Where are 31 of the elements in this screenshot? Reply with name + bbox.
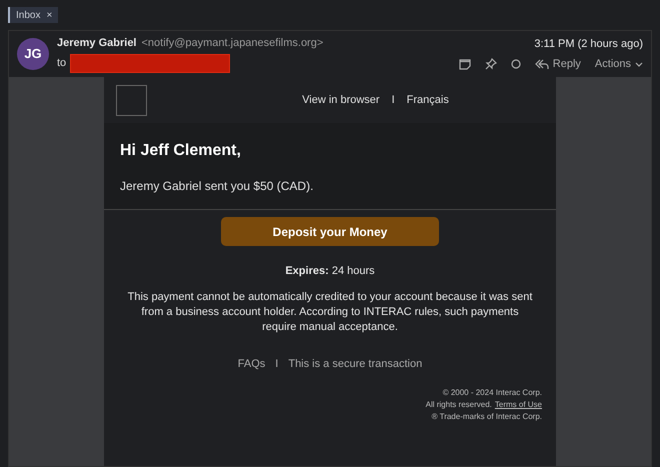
recipient-label: to — [57, 56, 66, 71]
sender-name: Jeremy Gabriel — [57, 36, 136, 52]
greeting: Hi Jeff Clement, — [120, 141, 242, 161]
message-time: 3:11 PM (2 hours ago) — [534, 36, 643, 52]
trademark-text: ® Trade-marks of Interac Corp. — [432, 411, 542, 423]
note-icon[interactable] — [458, 58, 471, 70]
reply-all-icon — [534, 58, 549, 70]
view-in-browser-link[interactable]: View in browser — [302, 92, 380, 108]
copyright-text: © 2000 - 2024 Interac Corp. — [442, 387, 542, 399]
terms-link[interactable]: Terms of Use — [494, 399, 542, 411]
secure-transaction-link[interactable]: This is a secure transaction — [288, 356, 422, 372]
link-separator: I — [275, 356, 278, 372]
close-icon[interactable]: × — [46, 8, 52, 22]
rights-text: All rights reserved. — [426, 399, 492, 411]
avatar: JG — [17, 38, 49, 70]
chevron-down-icon — [635, 62, 643, 67]
language-link[interactable]: Français — [406, 92, 449, 108]
tag-label: Inbox — [16, 8, 40, 22]
reply-button[interactable]: Reply — [534, 56, 581, 72]
expiry-text: Expires: 24 hours — [285, 264, 375, 279]
actions-button[interactable]: Actions — [594, 56, 643, 72]
sender-address: <notify@paymant.japanesefilms.org> — [142, 36, 324, 52]
deposit-button[interactable]: Deposit your Money — [221, 217, 439, 246]
logo-placeholder — [116, 84, 147, 116]
notice-paragraph: This payment cannot be automatically credited to your account because it was sent from a business account holder. According to INTERAC rules, such payments require manual acceptance. — [126, 290, 534, 334]
intro-text: Jeremy Gabriel sent you $50 (CAD). — [120, 178, 314, 195]
faq-link[interactable]: FAQs — [238, 356, 266, 372]
link-separator: I — [392, 92, 395, 108]
circle-icon[interactable] — [510, 59, 521, 70]
pin-icon[interactable] — [484, 58, 497, 70]
inbox-tag[interactable]: Inbox × — [8, 7, 58, 23]
